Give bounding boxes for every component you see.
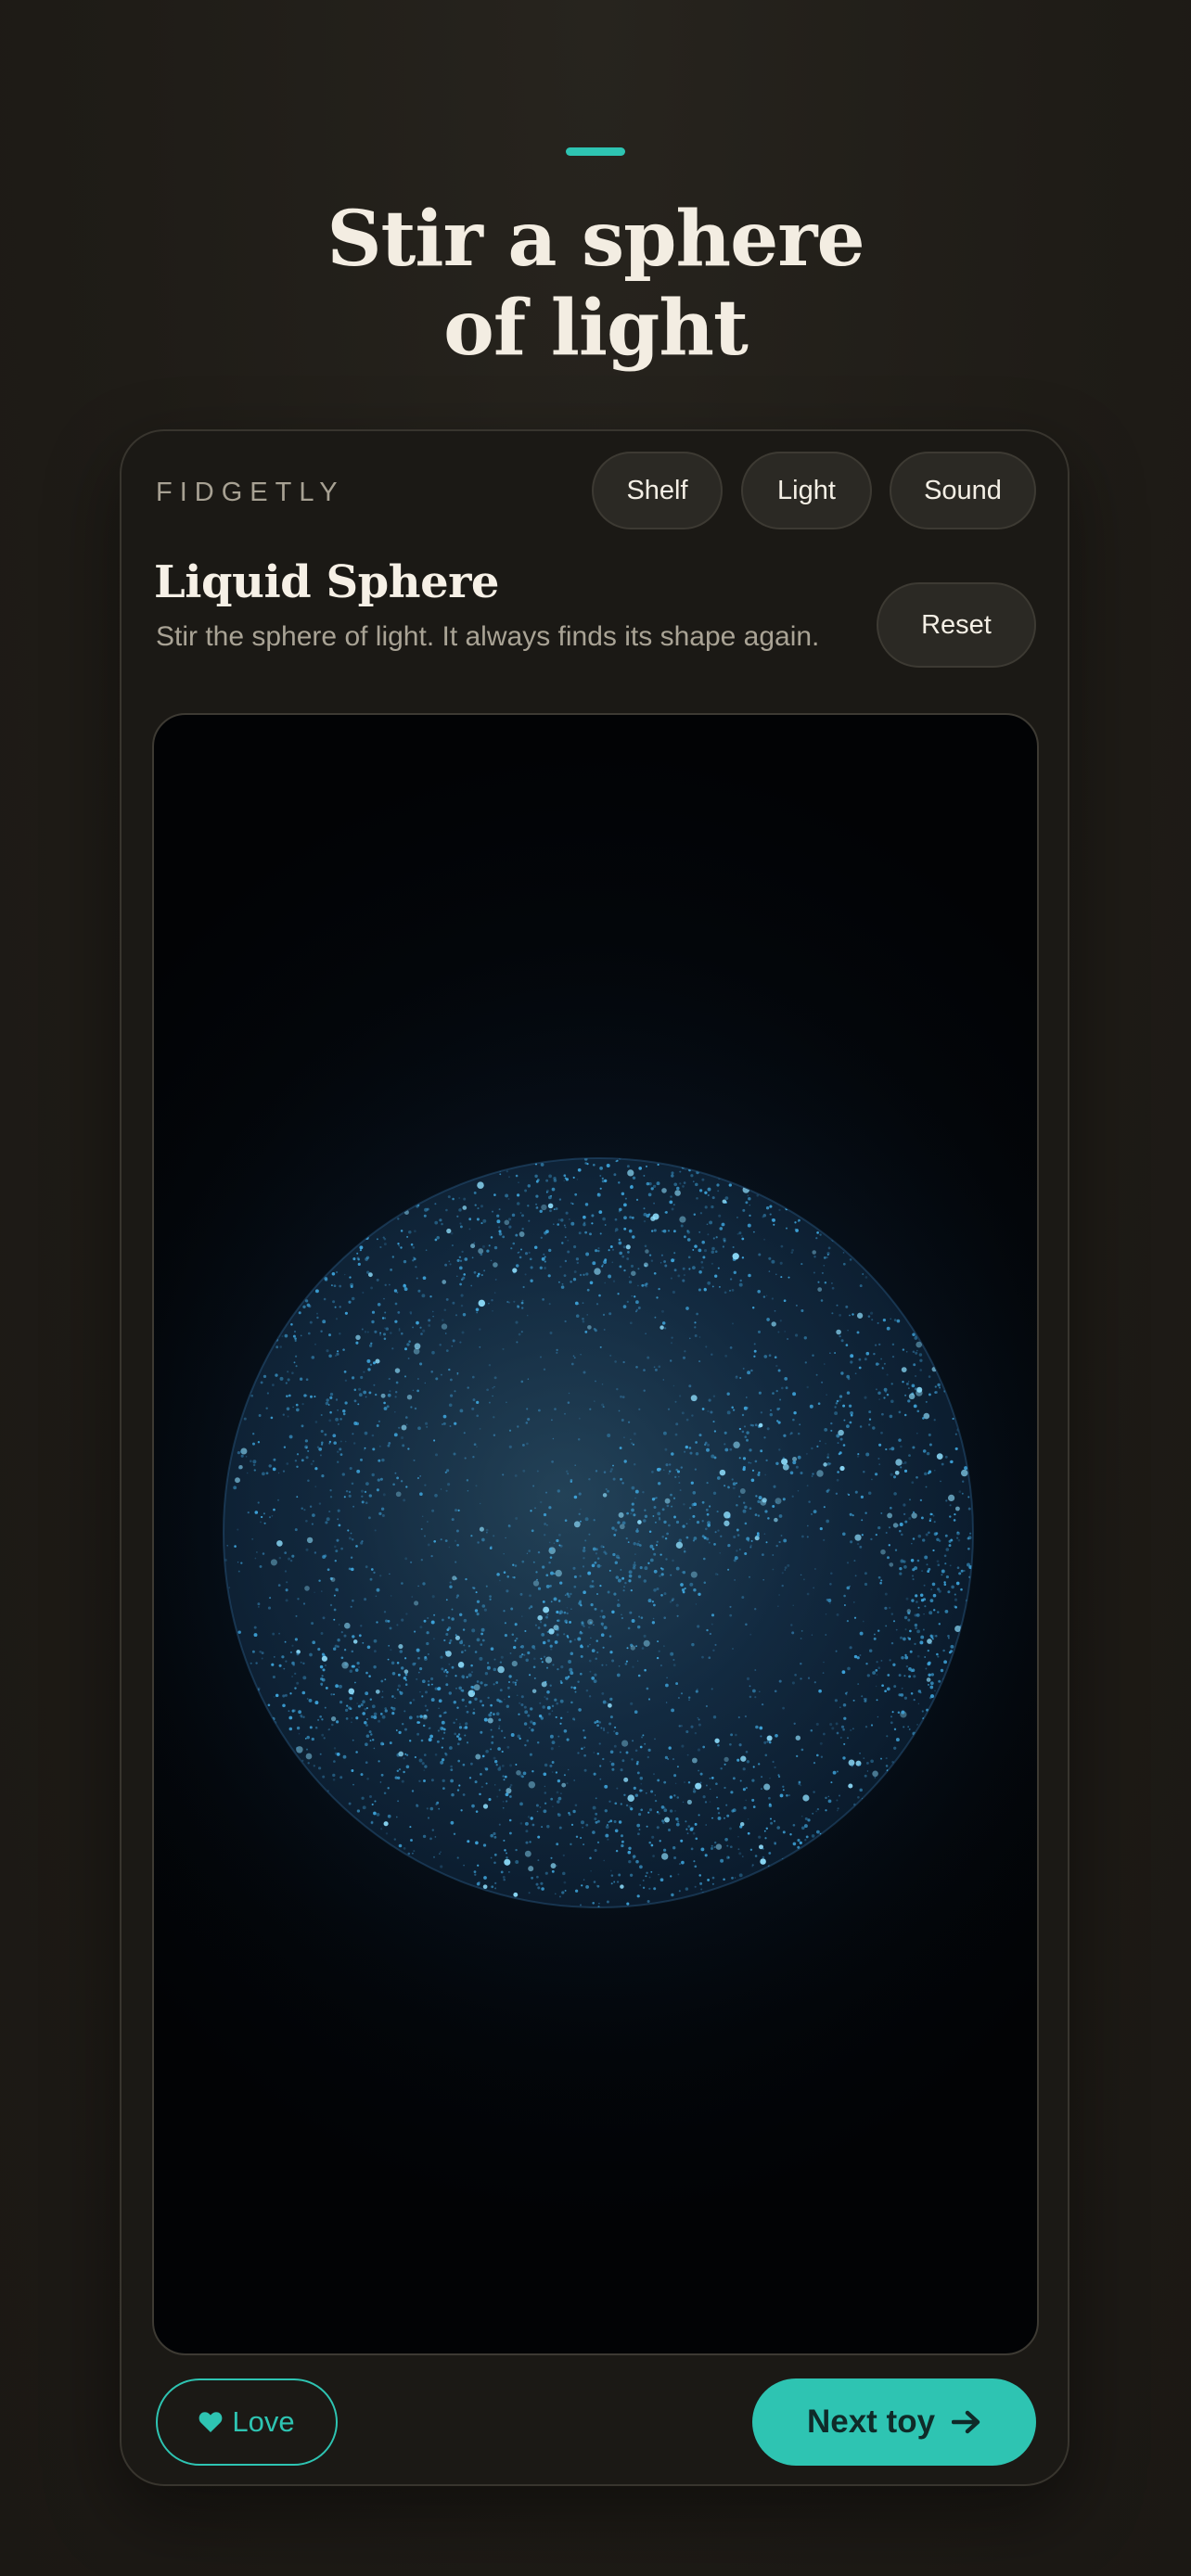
accent-bar — [566, 147, 625, 156]
love-label: Love — [232, 2405, 295, 2438]
liquid-sphere-canvas[interactable] — [152, 713, 1039, 2355]
light-button[interactable]: Light — [741, 452, 872, 529]
next-toy-label: Next toy — [806, 2404, 936, 2440]
arrow-right-icon — [952, 2410, 980, 2434]
hero-title-line-1: Stir a sphere — [327, 195, 864, 284]
next-toy-button[interactable]: Next toy — [752, 2378, 1036, 2466]
heart-icon — [199, 2412, 223, 2432]
liquid-sphere[interactable] — [154, 715, 1039, 2355]
toy-title: Liquid Sphere — [154, 556, 499, 608]
toy-card: FIDGETLY Shelf Light Sound Liquid Sphere… — [120, 429, 1069, 2486]
toy-description: Stir the sphere of light. It always find… — [156, 621, 820, 652]
hero-title: Stir a sphere of light — [0, 195, 1191, 373]
hero-title-line-2: of light — [443, 284, 749, 373]
shelf-button[interactable]: Shelf — [592, 452, 723, 529]
reset-button[interactable]: Reset — [877, 582, 1036, 668]
sound-button[interactable]: Sound — [890, 452, 1036, 529]
love-button[interactable]: Love — [156, 2378, 338, 2466]
brand-name: FIDGETLY — [156, 478, 345, 507]
